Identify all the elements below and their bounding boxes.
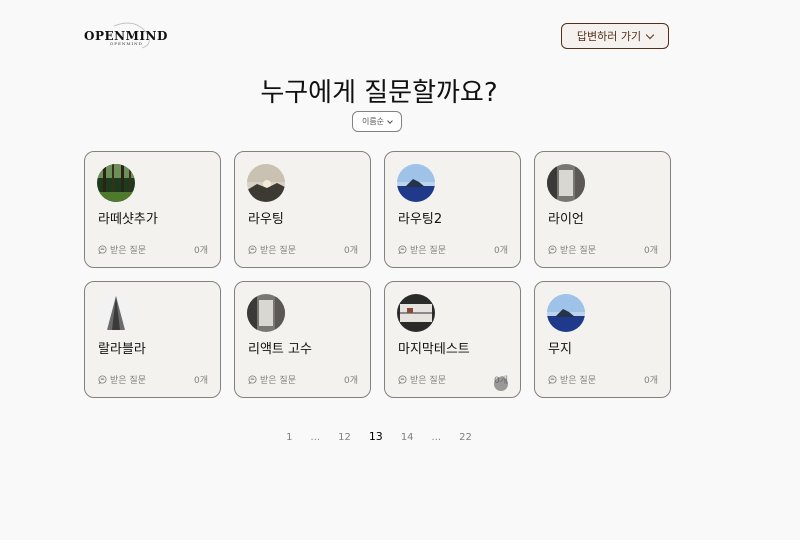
received-label: 받은 질문 xyxy=(410,246,446,256)
avatar xyxy=(397,294,435,332)
question-count: 0개 xyxy=(193,246,208,256)
sort-dropdown[interactable]: 이름순 xyxy=(352,111,402,132)
avatar xyxy=(97,294,135,332)
received-label: 받은 질문 xyxy=(560,376,596,386)
subject-card[interactable]: 라우팅받은 질문 0개 xyxy=(234,151,371,268)
page-link[interactable]: 13 xyxy=(369,430,383,443)
subject-name: 라떼샷추가 xyxy=(98,212,158,227)
page-link[interactable]: 12 xyxy=(338,432,351,443)
avatar xyxy=(547,294,585,332)
subject-name: 랄라블라 xyxy=(98,342,146,357)
subject-card[interactable]: 라이언받은 질문 0개 xyxy=(534,151,671,268)
received-questions: 받은 질문 xyxy=(548,373,596,386)
subject-name: 리액트 고수 xyxy=(248,342,312,357)
subject-name: 라우팅 xyxy=(248,212,284,227)
received-label: 받은 질문 xyxy=(410,376,446,386)
received-label: 받은 질문 xyxy=(560,246,596,256)
received-questions: 받은 질문 xyxy=(98,373,146,386)
question-count: 0개 xyxy=(193,376,208,386)
subject-name: 라이언 xyxy=(548,212,584,227)
card-footer: 받은 질문 0개 xyxy=(98,373,208,386)
pagination: 1... 12 13 14... 22 xyxy=(0,430,758,443)
logo-subtext: OPENMIND xyxy=(110,41,143,46)
message-icon xyxy=(548,375,557,384)
subject-grid: 라떼샷추가 받은 질문 0개 라우팅 받은 질문 0개 라우팅2 받은 질문 0개 라이언 받은 질… xyxy=(84,151,671,398)
page-link[interactable]: 1 xyxy=(286,432,292,443)
question-count: 0개 xyxy=(643,376,658,386)
received-label: 받은 질문 xyxy=(110,376,146,386)
subject-card[interactable]: 랄라블라받은 질문 0개 xyxy=(84,281,221,398)
received-questions: 받은 질문 xyxy=(398,243,446,256)
received-questions: 받은 질문 xyxy=(98,243,146,256)
chevron-down-icon xyxy=(387,117,393,124)
message-icon xyxy=(98,375,107,384)
openmind-logo[interactable]: OPENMIND OPENMIND xyxy=(84,20,180,50)
message-icon xyxy=(98,245,107,254)
message-icon xyxy=(248,375,257,384)
pagination-ellipsis: ... xyxy=(431,432,442,443)
subject-name: 라우팅2 xyxy=(398,212,443,227)
received-questions: 받은 질문 xyxy=(248,243,296,256)
card-footer: 받은 질문 0개 xyxy=(398,243,508,256)
pagination-ellipsis: ... xyxy=(310,432,321,443)
page-link[interactable]: 22 xyxy=(459,432,472,443)
message-icon xyxy=(548,245,557,254)
go-answer-label: 답변하러 가기 xyxy=(576,30,642,43)
avatar xyxy=(97,164,135,202)
card-footer: 받은 질문 0개 xyxy=(98,243,208,256)
avatar xyxy=(247,164,285,202)
card-footer: 받은 질문0개 xyxy=(398,373,508,386)
question-count: 0개 xyxy=(493,246,508,256)
avatar xyxy=(397,164,435,202)
page-link[interactable]: 14 xyxy=(401,432,414,443)
received-label: 받은 질문 xyxy=(260,376,296,386)
question-count: 0개 xyxy=(643,246,658,256)
subject-name: 무지 xyxy=(548,342,572,357)
message-icon xyxy=(248,245,257,254)
received-questions: 받은 질문 xyxy=(548,243,596,256)
card-footer: 받은 질문 0개 xyxy=(248,243,358,256)
avatar xyxy=(547,164,585,202)
subject-card[interactable]: 라떼샷추가받은 질문 0개 xyxy=(84,151,221,268)
received-questions: 받은 질문 xyxy=(398,373,446,386)
mouse-cursor xyxy=(494,377,508,391)
question-count: 0개 xyxy=(343,376,358,386)
page-title: 누구에게 질문할까요? xyxy=(260,78,498,108)
subject-card[interactable]: 라우팅2 받은 질문 0개 xyxy=(384,151,521,268)
card-footer: 받은 질문 0개 xyxy=(548,373,658,386)
received-questions: 받은 질문 xyxy=(248,373,296,386)
sort-label: 이름순 xyxy=(361,117,385,126)
question-count: 0개 xyxy=(343,246,358,256)
avatar xyxy=(247,294,285,332)
message-icon xyxy=(398,375,407,384)
card-footer: 받은 질문 0개 xyxy=(248,373,358,386)
subject-card[interactable]: 리액트 고수받은 질문 0개 xyxy=(234,281,371,398)
go-answer-button[interactable]: 답변하러 가기 xyxy=(561,23,669,49)
message-icon xyxy=(398,245,407,254)
received-label: 받은 질문 xyxy=(260,246,296,256)
subject-name: 마지막테스트 xyxy=(398,342,470,357)
received-label: 받은 질문 xyxy=(110,246,146,256)
card-footer: 받은 질문 0개 xyxy=(548,243,658,256)
chevron-down-icon xyxy=(645,30,655,39)
subject-card[interactable]: 무지받은 질문 0개 xyxy=(534,281,671,398)
